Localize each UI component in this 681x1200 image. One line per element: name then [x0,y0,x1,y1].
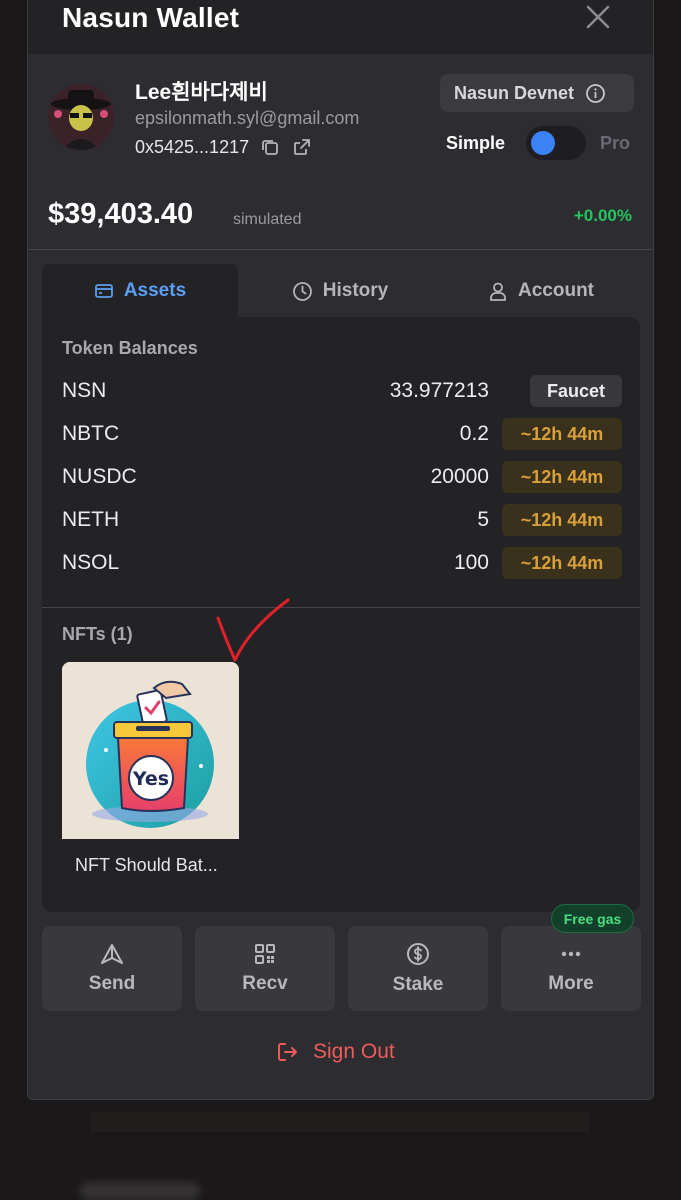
token-symbol: NUSDC [62,465,137,488]
copy-icon[interactable] [259,136,281,158]
tab-label: Account [518,280,594,301]
token-amount: 20000 [430,465,489,488]
token-symbol: NETH [62,508,120,531]
more-icon [561,951,581,956]
more-label: More [548,972,594,994]
tab-account[interactable]: Account [442,264,640,318]
nfts-title: NFTs (1) [62,624,133,644]
sign-out-icon [278,1043,297,1061]
network-selector[interactable]: Nasun Devnet [440,74,634,112]
wallet-panel: Nasun Wallet Lee흰바다제비 epsilonmath.syl@gm… [27,0,654,1100]
total-balance: $39,403.40 [48,198,194,230]
user-icon [490,282,506,301]
nft-name[interactable]: NFT Should Bat... [75,855,218,876]
token-row: NBTC 0.2 ~12h 44m [62,418,622,452]
action-bar: Send Recv Stake More [42,926,642,1012]
send-label: Send [88,972,136,994]
faucet-cooldown-badge: ~12h 44m [502,504,622,536]
mode-pro-label[interactable]: Pro [600,133,630,154]
token-symbol: NBTC [62,422,120,445]
mode-switch-row: Simple Pro [446,126,630,160]
token-row: NSOL 100 ~12h 44m [62,547,622,581]
faucet-cooldown-badge: ~12h 44m [502,461,622,493]
sign-out-label: Sign Out [313,1040,395,1063]
app-title: Nasun Wallet [62,2,240,33]
faucet-button[interactable]: Faucet [530,375,622,407]
faucet-cooldown-badge: ~12h 44m [502,547,622,579]
tab-history[interactable]: History [238,264,442,318]
send-icon [101,943,123,964]
avatar[interactable] [48,84,114,150]
token-amount: 5 [477,508,489,531]
header: Nasun Wallet [28,0,653,54]
send-button[interactable]: Send [42,926,182,1011]
blurred-background-text [80,1182,200,1200]
assets-panel: Token Balances NSN 33.977213 Faucet NBTC… [42,317,640,912]
token-balances-title: Token Balances [62,338,198,358]
token-row: NUSDC 20000 ~12h 44m [62,461,622,495]
token-amount: 100 [453,551,489,574]
toggle-knob [531,131,556,155]
balance-change: +0.00% [573,206,632,225]
qr-icon [255,943,275,964]
divider [42,607,640,608]
tab-label: Assets [123,280,187,301]
user-name: Lee흰바다제비 [135,81,268,104]
nft-card[interactable]: Yes [62,662,239,839]
token-row: NSN 33.977213 Faucet [62,375,622,409]
token-amount: 33.977213 [389,379,489,402]
divider [28,249,653,250]
free-gas-badge: Free gas [551,904,634,933]
wallet-address: 0x5425...1217 [135,136,250,157]
token-row: NETH 5 ~12h 44m [62,504,622,538]
user-email: epsilonmath.syl@gmail.com [135,108,360,128]
network-label: Nasun Devnet [454,82,575,103]
clock-icon [292,281,312,301]
stake-button[interactable]: Stake [348,926,488,1011]
nft-image: Yes [62,662,239,839]
tab-bar: Assets History Account [42,264,640,318]
token-amount: 0.2 [459,422,489,445]
balance-note: simulated [233,211,302,228]
dollar-icon [407,942,429,965]
nft-image-text: Yes [132,768,169,790]
info-icon[interactable] [585,83,606,104]
mode-simple-label[interactable]: Simple [446,133,505,154]
card-icon [94,284,113,298]
external-link-icon[interactable] [291,136,313,158]
close-icon[interactable] [583,2,613,32]
address-row: 0x5425...1217 [135,136,313,158]
token-symbol: NSOL [62,551,120,574]
receive-label: Recv [242,972,288,994]
sign-out-button[interactable]: Sign Out [275,1040,395,1064]
faucet-cooldown-badge: ~12h 44m [502,418,622,450]
receive-button[interactable]: Recv [195,926,335,1011]
tab-label: History [322,280,389,301]
background-content [90,1112,590,1132]
stake-label: Stake [392,973,444,995]
tab-assets[interactable]: Assets [42,264,238,318]
mode-toggle[interactable] [526,126,587,160]
more-button[interactable]: More [501,926,641,1011]
token-symbol: NSN [62,379,107,402]
